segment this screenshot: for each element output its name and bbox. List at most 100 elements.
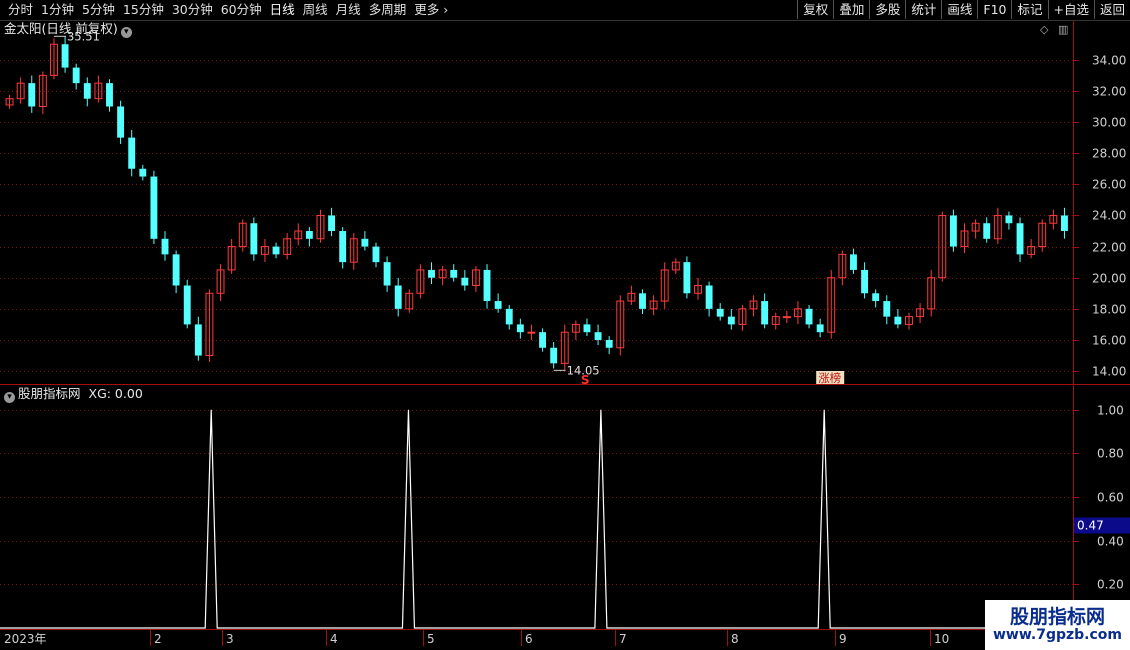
candle-body-down[interactable] (716, 308, 724, 317)
candle-body-down[interactable] (539, 332, 546, 348)
toolbar-button-2[interactable]: 多股 (869, 0, 905, 19)
candle-body-up[interactable] (782, 316, 791, 319)
candle-body-down[interactable] (1061, 215, 1068, 232)
chevron-down-icon[interactable]: ▾ (120, 27, 132, 38)
candle-body-down[interactable] (494, 301, 502, 309)
period-tab-2[interactable]: 5分钟 (78, 0, 119, 20)
price-tick-label: 14.00 (1092, 365, 1126, 379)
candle-body-down[interactable] (505, 308, 513, 325)
candle-body-down[interactable] (461, 277, 469, 286)
price-tick-label: 30.00 (1092, 116, 1126, 130)
candle-body-down[interactable] (128, 137, 136, 169)
indicator-name: 股朋指标网 (18, 386, 81, 401)
candle-body-down[interactable] (150, 176, 158, 239)
candle-body-down[interactable] (139, 168, 147, 177)
toolbar-button-6[interactable]: 标记 (1011, 0, 1047, 19)
candle-body-down[interactable] (850, 254, 857, 270)
candle-body-down[interactable] (550, 347, 558, 364)
candle-body-down[interactable] (949, 215, 957, 247)
candle-body-down[interactable] (183, 285, 191, 325)
candle-body-down[interactable] (883, 301, 891, 317)
price-tick-label: 20.00 (1092, 272, 1126, 286)
indicator-axis: 1.00 0.80 0.60 0.40 0.20 0.47 (1073, 404, 1130, 592)
toolbar-button-5[interactable]: F10 (977, 0, 1011, 19)
toolbar-button-1[interactable]: 叠加 (833, 0, 869, 19)
candle-body-down[interactable] (372, 246, 380, 263)
candle-body-down[interactable] (583, 324, 591, 333)
candle-body-down[interactable] (594, 332, 602, 340)
candle-body-down[interactable] (61, 44, 69, 68)
candle-body-down[interactable] (305, 231, 313, 239)
period-tabs: 分时 1分钟 5分钟 15分钟 30分钟 60分钟 日线 周线 月线 多周期 更多 › (4, 0, 452, 20)
candle-body-down[interactable] (328, 215, 336, 232)
x-tick-label: 10 (934, 632, 949, 646)
x-tick-label: 8 (731, 632, 739, 646)
candle-body-down[interactable] (250, 223, 258, 255)
diamond-icon[interactable]: ◇ (1040, 23, 1048, 36)
candle-body-down[interactable] (172, 254, 180, 286)
indicator-line[interactable] (0, 409, 1073, 629)
candle-body-down[interactable] (605, 339, 613, 348)
toolbar-button-0[interactable]: 复权 (797, 0, 833, 19)
candle-body-down[interactable] (339, 231, 347, 263)
candle-body-down[interactable] (1016, 223, 1024, 255)
period-tab-9[interactable]: 多周期 (365, 0, 411, 20)
candle-body-down[interactable] (1005, 215, 1013, 224)
toolbar-button-7[interactable]: +自选 (1047, 0, 1094, 19)
period-tab-8[interactable]: 月线 (332, 0, 365, 20)
candle-body-down[interactable] (383, 262, 391, 286)
candle-body-down[interactable] (428, 269, 435, 278)
candle-body-down[interactable] (28, 83, 36, 107)
candle-body-down[interactable] (805, 308, 813, 325)
x-tick-label: 5 (427, 632, 435, 646)
candle-body-down[interactable] (106, 83, 113, 107)
candle-body-down[interactable] (894, 316, 902, 325)
candle-body-down[interactable] (683, 262, 691, 294)
candle-body-down[interactable] (727, 316, 735, 325)
candle-body-down[interactable] (761, 301, 769, 325)
indicator-panel-title[interactable]: ▾ 股朋指标网 XG: 0.00 (4, 386, 143, 403)
candles[interactable] (5, 36, 1068, 370)
x-tick-label: 3 (226, 632, 234, 646)
price-tick-label: 28.00 (1092, 147, 1126, 161)
period-tab-1[interactable]: 1分钟 (37, 0, 78, 20)
period-tab-4[interactable]: 30分钟 (168, 0, 217, 20)
candle-body-up[interactable] (527, 331, 536, 334)
candle-body-down[interactable] (161, 238, 169, 255)
period-tab-7[interactable]: 周线 (299, 0, 332, 20)
candle-body-down[interactable] (394, 285, 402, 309)
candle-body-down[interactable] (361, 238, 369, 247)
candle-body-down[interactable] (117, 106, 125, 138)
watermark-title: 股朋指标网 (1009, 606, 1105, 628)
chevron-down-icon[interactable]: ▾ (4, 392, 15, 403)
panel-toggle-icon[interactable]: ▥ (1058, 23, 1068, 36)
period-tab-3[interactable]: 15分钟 (119, 0, 168, 20)
candle-body-down[interactable] (483, 269, 491, 302)
toolbar-button-8[interactable]: 返回 (1093, 0, 1130, 19)
kline-chart[interactable]: 34.00 32.00 30.00 28.00 26.00 24.00 22.00 20.00… (0, 0, 1130, 650)
candle-body-down[interactable] (83, 83, 91, 99)
chevron-right-icon: › (439, 2, 449, 17)
candle-body-down[interactable] (816, 324, 824, 333)
xg-line[interactable] (0, 409, 1073, 629)
period-tab-0[interactable]: 分时 (4, 0, 37, 20)
indicator-tick-label: 1.00 (1097, 404, 1124, 418)
toolbar-button-3[interactable]: 统计 (905, 0, 941, 19)
candle-body-down[interactable] (516, 324, 524, 333)
candle-body-down[interactable] (272, 246, 280, 255)
candle-body-down[interactable] (872, 293, 880, 302)
price-panel-title[interactable]: 金太阳(日线 前复权) ▾ (4, 21, 132, 38)
period-tab-5[interactable]: 60分钟 (217, 0, 266, 20)
candle-body-down[interactable] (450, 269, 458, 278)
candle-body-down[interactable] (72, 67, 80, 84)
candle-body-down[interactable] (705, 285, 713, 309)
price-tick-label: 24.00 (1092, 209, 1126, 223)
toolbar-button-4[interactable]: 画线 (941, 0, 977, 19)
candle-body-down[interactable] (983, 223, 991, 239)
candle-body-down[interactable] (639, 293, 646, 309)
period-tab-10[interactable]: 更多 › (410, 0, 452, 20)
indicator-tick-label: 0.20 (1097, 578, 1124, 592)
candle-body-down[interactable] (194, 324, 202, 356)
candle-body-down[interactable] (861, 269, 869, 294)
period-tab-6[interactable]: 日线 (266, 0, 299, 20)
